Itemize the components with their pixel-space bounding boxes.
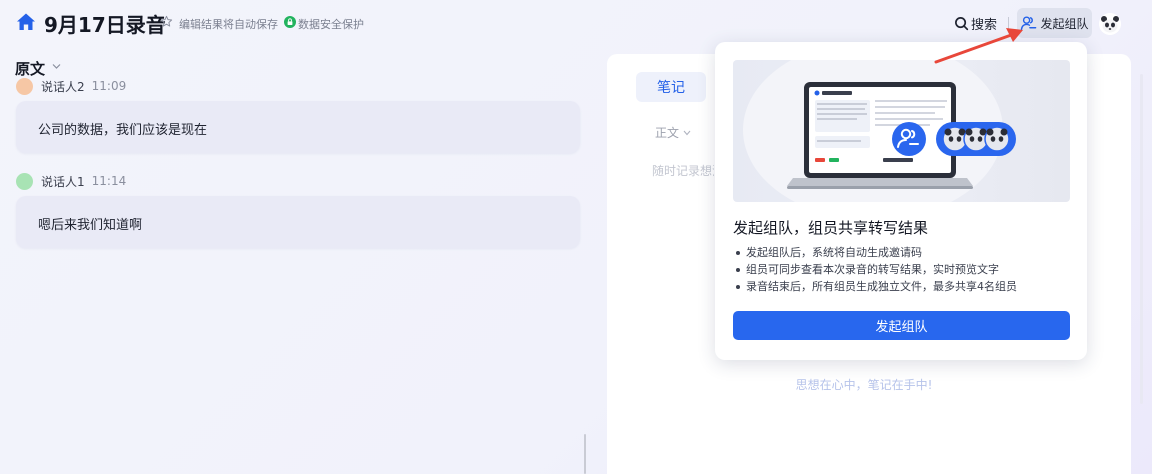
chevron-down-icon xyxy=(683,130,691,135)
speaker-row: 说话人2 11:09 xyxy=(16,77,126,95)
home-icon[interactable] xyxy=(16,12,36,32)
notes-slogan: 思想在心中，笔记在手中! xyxy=(795,378,933,392)
transcript-scrollbar[interactable] xyxy=(584,434,586,474)
star-icon[interactable] xyxy=(160,15,173,28)
user-avatar[interactable] xyxy=(1099,13,1121,35)
panda-avatar-icon xyxy=(1099,13,1121,35)
page-title[interactable]: 9月17日录音 xyxy=(44,9,166,38)
notes-scrollbar[interactable] xyxy=(1140,74,1143,404)
transcript-bubble[interactable]: 嗯后来我们知道啊 xyxy=(16,196,580,248)
team-illustration xyxy=(733,60,1070,202)
shield-icon xyxy=(284,16,296,28)
speaker-name[interactable]: 说话人1 xyxy=(41,173,85,190)
security-note: 数据安全保护 xyxy=(298,18,364,31)
team-popover: 发起组队，组员共享转写结果 发起组队后，系统将自动生成邀请码 组员可同步查看本次… xyxy=(715,42,1087,360)
transcript-bubble[interactable]: 公司的数据，我们应该是现在 xyxy=(16,101,580,153)
chevron-down-icon[interactable] xyxy=(52,63,61,70)
team-button-label: 发起组队 xyxy=(1040,16,1089,31)
annotation-arrow-icon xyxy=(934,28,1023,64)
notes-editor[interactable]: 随时记录想法 xyxy=(652,162,714,179)
popover-feature-item: 录音结束后，所有组员生成独立文件，最多共享4名组员 xyxy=(733,278,1017,295)
speaker-avatar-icon[interactable] xyxy=(16,77,33,95)
speaker-row: 说话人1 11:14 xyxy=(16,172,126,190)
tab-notes[interactable]: 笔记 xyxy=(636,72,706,102)
popover-feature-item: 发起组队后，系统将自动生成邀请码 xyxy=(733,244,1017,261)
popover-feature-list: 发起组队后，系统将自动生成邀请码 组员可同步查看本次录音的转写结果，实时预览文字… xyxy=(733,244,1017,295)
speaker-time[interactable]: 11:14 xyxy=(92,174,127,188)
speaker-name[interactable]: 说话人2 xyxy=(41,78,85,95)
text-style-select[interactable]: 正文 xyxy=(655,124,691,141)
autosave-note: 编辑结果将自动保存 xyxy=(179,18,278,31)
text-style-label: 正文 xyxy=(655,126,680,140)
transcript-title[interactable]: 原文 xyxy=(15,58,45,79)
popover-start-team-button[interactable]: 发起组队 xyxy=(733,311,1070,340)
speaker-avatar-icon[interactable] xyxy=(16,172,33,190)
popover-feature-item: 组员可同步查看本次录音的转写结果，实时预览文字 xyxy=(733,261,1017,278)
speaker-time[interactable]: 11:09 xyxy=(92,79,127,93)
laptop-illustration-icon xyxy=(743,60,1016,202)
popover-title: 发起组队，组员共享转写结果 xyxy=(733,219,929,237)
